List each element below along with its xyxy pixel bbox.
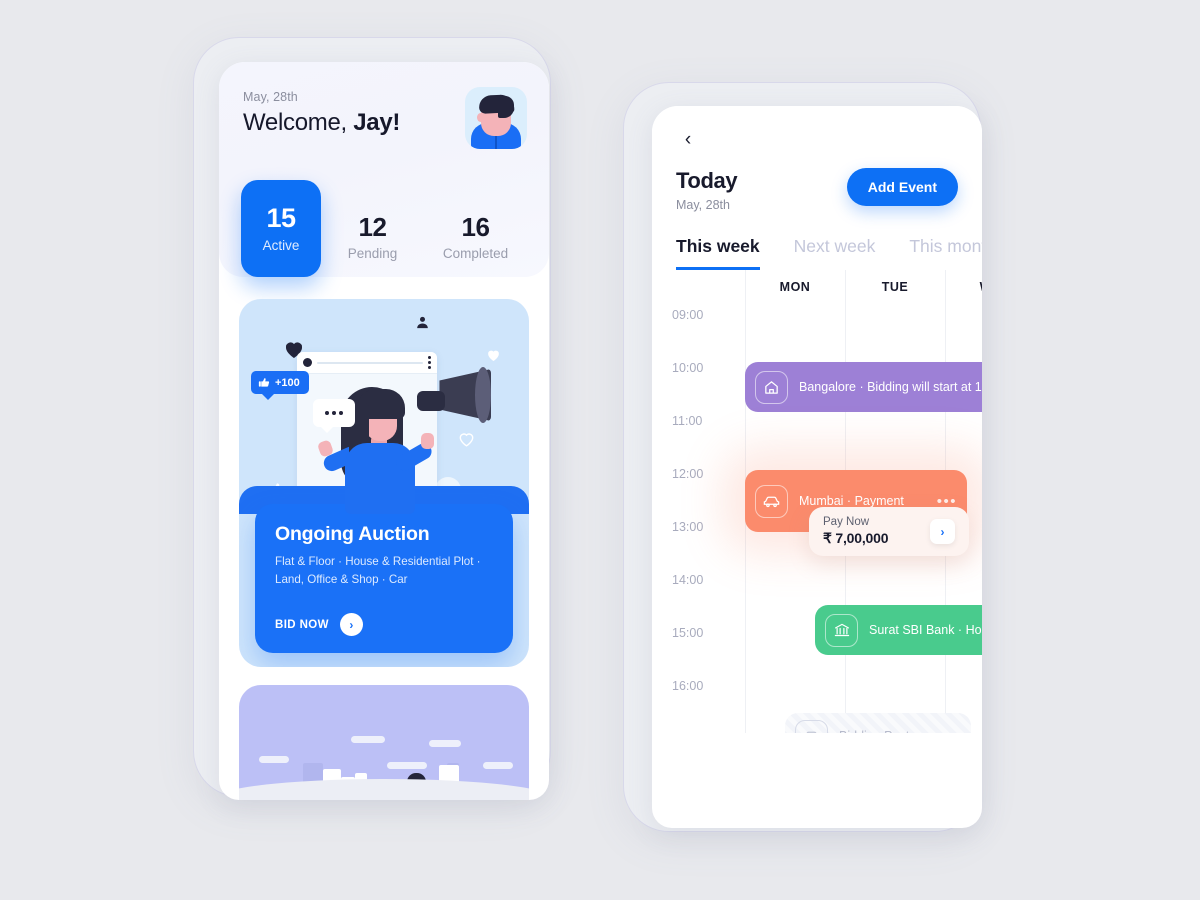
tab-next-week[interactable]: Next week xyxy=(794,236,876,270)
kebab-menu-icon xyxy=(428,361,431,364)
calendar-title-row: Today May, 28th Add Event xyxy=(676,168,958,212)
dot xyxy=(332,411,336,415)
stat-label: Completed xyxy=(442,246,509,261)
time-label: 16:00 xyxy=(672,679,704,693)
cloud-icon xyxy=(429,740,461,747)
event-label: Bangalore · Bidding will start at 10:30 … xyxy=(799,380,982,394)
bank-icon xyxy=(825,613,858,647)
chevron-right-icon: › xyxy=(339,613,363,636)
event-label: Surat SBI Bank · House Auction xyxy=(869,623,982,637)
thumbs-up-icon xyxy=(258,378,270,387)
person-icon xyxy=(417,316,428,329)
event-label: Mumbai · Payment xyxy=(799,494,904,508)
pay-now-label: Pay Now xyxy=(823,516,870,528)
car-icon xyxy=(795,719,828,733)
event-options-icon[interactable]: ••• xyxy=(931,728,961,734)
message-bubble-icon xyxy=(313,399,355,433)
home-scroll-body: +100 Ongoing Auction Flat & Floor · Hous… xyxy=(219,277,549,800)
browser-toolbar xyxy=(297,352,437,374)
tab-this-month[interactable]: This month xyxy=(909,236,982,270)
calendar-header: ‹ Today May, 28th Add Event This week Ne… xyxy=(652,106,982,270)
tab-this-week[interactable]: This week xyxy=(676,236,760,270)
auction-info-panel: Ongoing Auction Flat & Floor · House & R… xyxy=(255,504,513,653)
time-label: 12:00 xyxy=(672,467,704,481)
time-label: 11:00 xyxy=(672,414,703,428)
cloud-icon xyxy=(259,756,289,763)
avatar-hair-side xyxy=(498,96,514,118)
week-tabs: This week Next week This month xyxy=(676,236,982,270)
time-label: 13:00 xyxy=(672,520,704,534)
megaphone-disc xyxy=(475,367,491,423)
stat-value: 16 xyxy=(461,211,490,242)
browser-avatar-icon xyxy=(303,358,312,367)
time-label: 14:00 xyxy=(672,573,704,587)
calendar-screen: ‹ Today May, 28th Add Event This week Ne… xyxy=(652,106,982,828)
auction-categories: Flat & Floor · House & Residential Plot … xyxy=(275,555,481,587)
back-icon[interactable]: ‹ xyxy=(676,128,700,152)
bid-now-label: BID NOW xyxy=(275,618,329,631)
stat-label: Pending xyxy=(347,246,398,261)
heart-outline-icon xyxy=(459,433,474,447)
avatar-ear xyxy=(477,113,484,122)
dot xyxy=(339,411,343,415)
event-card-bidding-postpone[interactable]: Bidding Postpone ••• xyxy=(785,713,971,733)
avatar[interactable] xyxy=(465,87,527,149)
stats-row: 15 Active 12 Pending 16 Completed xyxy=(241,169,527,277)
time-label: 09:00 xyxy=(672,308,704,322)
day-header-mon: MON xyxy=(779,280,811,294)
calendar-grid[interactable]: MON TUE WED 09:00 10:00 11:00 12:00 13:0… xyxy=(652,270,982,733)
day-header-tue: TUE xyxy=(881,280,909,294)
home-screen: May, 28th Welcome, Jay! 15 Active 12 Pen… xyxy=(219,62,549,800)
pay-now-amount: ₹ 7,00,000 xyxy=(823,530,889,546)
house-icon xyxy=(755,370,788,404)
megaphone-icon xyxy=(417,367,491,429)
dot xyxy=(325,411,329,415)
home-header-card: May, 28th Welcome, Jay! 15 Active 12 Pen… xyxy=(219,62,549,277)
event-card-bangalore[interactable]: Bangalore · Bidding will start at 10:30 … xyxy=(745,362,982,412)
heart-filled-icon xyxy=(488,350,499,361)
time-label: 10:00 xyxy=(672,361,704,375)
welcome-username: Jay! xyxy=(353,109,401,136)
event-card-surat-sbi[interactable]: Surat SBI Bank · House Auction xyxy=(815,605,982,655)
announcement-illustration: +100 xyxy=(239,299,529,514)
pay-now-text-block: Pay Now ₹ 7,00,000 xyxy=(823,516,888,547)
stat-label: Active xyxy=(262,237,300,253)
page-title: Today xyxy=(676,168,738,193)
bid-now-button[interactable]: BID NOW › xyxy=(275,613,493,636)
event-label: Bidding Postpone xyxy=(839,729,920,733)
calendar-title-block: Today May, 28th xyxy=(676,168,738,212)
stat-card-pending[interactable]: 12 Pending xyxy=(321,211,424,277)
day-header-wed: WED xyxy=(945,280,982,294)
auction-title: Ongoing Auction xyxy=(275,523,430,546)
like-count-label: +100 xyxy=(275,376,300,389)
time-label: 15:00 xyxy=(672,626,704,640)
welcome-prefix: Welcome, xyxy=(243,109,354,136)
stat-card-active[interactable]: 15 Active xyxy=(241,180,321,277)
cloud-icon xyxy=(483,762,513,769)
city-ground xyxy=(239,779,529,800)
browser-address-bar xyxy=(317,361,423,364)
stat-card-completed[interactable]: 16 Completed xyxy=(424,211,527,277)
cloud-icon xyxy=(351,736,385,743)
calendar-date: May, 28th xyxy=(676,198,730,212)
stat-value: 12 xyxy=(358,211,387,242)
like-count-badge: +100 xyxy=(251,371,309,400)
woman-right-hand xyxy=(421,433,434,449)
pay-now-chevron-right-icon[interactable]: › xyxy=(930,519,955,544)
ongoing-auction-card[interactable]: +100 Ongoing Auction Flat & Floor · Hous… xyxy=(239,299,529,667)
add-event-button[interactable]: Add Event xyxy=(846,168,958,206)
stat-value: 15 xyxy=(266,203,296,234)
car-icon xyxy=(755,484,788,518)
cloud-icon xyxy=(387,762,427,769)
pay-now-popup[interactable]: Pay Now ₹ 7,00,000 › xyxy=(809,507,969,556)
city-illustration-card[interactable] xyxy=(239,685,529,800)
megaphone-handle xyxy=(417,391,445,411)
avatar-zipper xyxy=(495,136,497,149)
time-label: 17:00 xyxy=(672,732,703,733)
